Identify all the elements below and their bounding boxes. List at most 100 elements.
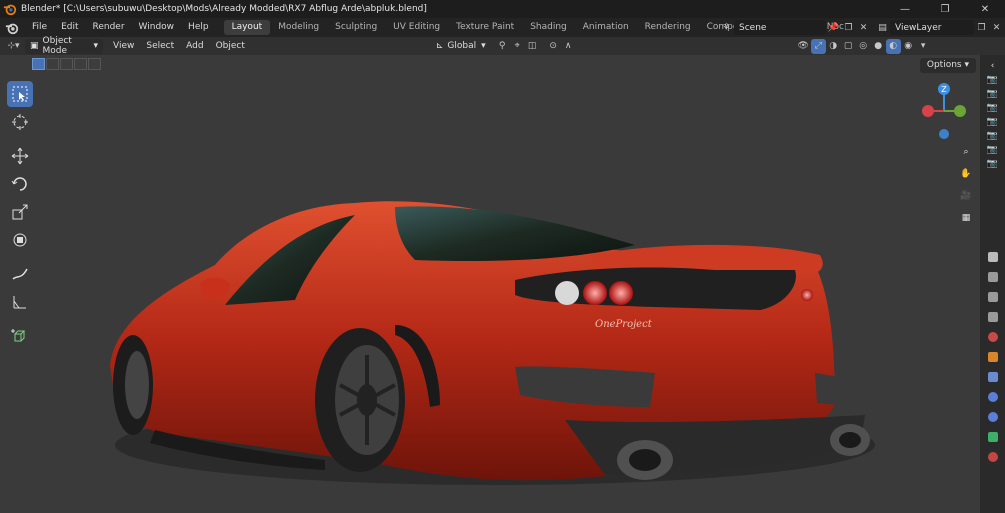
close-button[interactable]: ✕ (965, 0, 1005, 18)
zoom-icon[interactable]: ⌕ (955, 141, 977, 163)
car-model-render[interactable]: OneProject (95, 145, 875, 505)
pivot-icon[interactable]: ⚲ (495, 39, 510, 54)
menu-help[interactable]: Help (181, 18, 216, 37)
camera-view-icon[interactable]: 🎥 (955, 185, 977, 207)
navigation-gizmo[interactable]: Z (918, 81, 970, 143)
material-shading-icon[interactable]: ◐ (885, 38, 901, 54)
tab-uv-editing[interactable]: UV Editing (385, 20, 448, 35)
new-view-layer-icon[interactable]: ❐ (974, 20, 989, 35)
scale-tool[interactable] (7, 199, 33, 225)
select-intersect-icon[interactable] (88, 58, 101, 70)
menu-file[interactable]: File (25, 18, 54, 37)
editor-type-icon[interactable]: ⊹▾ (6, 39, 21, 54)
menu-window[interactable]: Window (132, 18, 182, 37)
select-new-icon[interactable] (32, 58, 45, 70)
measure-tool[interactable] (7, 289, 33, 315)
scene-icon[interactable]: ⚘ (719, 20, 734, 35)
perspective-grid-icon[interactable]: ▦ (955, 207, 977, 229)
rendered-shading-icon[interactable]: ◉ (901, 39, 916, 54)
x-axis-handle[interactable] (922, 105, 934, 117)
transform-tool[interactable] (7, 227, 33, 253)
menu-object[interactable]: Object (210, 41, 251, 51)
view-layer-icon[interactable]: ▤ (875, 20, 890, 35)
delete-scene-icon[interactable]: ✕ (856, 20, 871, 35)
outliner-camera-icon-7[interactable]: 📷 (980, 157, 1005, 171)
view-layer-name: ViewLayer (895, 22, 942, 33)
delete-view-layer-icon[interactable]: ✕ (989, 20, 1004, 35)
select-box-icon (12, 86, 28, 102)
proportional-edit-icon[interactable]: ⊙ (546, 39, 561, 54)
mode-label: Object Mode (42, 36, 72, 56)
menu-view[interactable]: View (107, 41, 140, 51)
physics-properties-icon[interactable] (980, 407, 1005, 427)
transform-orientation-dropdown[interactable]: ⊾ Global ▾ (431, 39, 491, 54)
overlay-icon[interactable]: ◑ (826, 39, 841, 54)
xray-icon[interactable]: ▢ (841, 39, 856, 54)
blender-logo-icon[interactable] (5, 21, 19, 35)
tab-sculpting[interactable]: Sculpting (327, 20, 385, 35)
cursor-tool[interactable] (7, 109, 33, 135)
window-titlebar: Blender* [C:\Users\subuwu\Desktop\Mods\A… (0, 0, 1005, 18)
tab-layout[interactable]: Layout (223, 20, 271, 35)
maximize-button[interactable]: ❐ (925, 0, 965, 18)
tab-shading[interactable]: Shading (522, 20, 575, 35)
outliner-camera-icon-5[interactable]: 📷 (980, 129, 1005, 143)
gizmo-toggle-icon[interactable]: ⤢ (810, 38, 826, 54)
y-axis-handle[interactable] (954, 105, 966, 117)
view-layer-properties-icon[interactable] (980, 307, 1005, 327)
scene-field[interactable]: Scene (734, 20, 826, 35)
orientation-icon: ⊾ (435, 41, 444, 51)
view-layer-field[interactable]: ViewLayer (890, 20, 974, 35)
outliner-camera-icon-2[interactable]: 📷 (980, 87, 1005, 101)
tool-properties-icon[interactable] (980, 247, 1005, 267)
wireframe-shading-icon[interactable]: ◎ (856, 39, 871, 54)
tab-rendering[interactable]: Rendering (637, 20, 699, 35)
modifier-properties-icon[interactable] (980, 387, 1005, 407)
material-properties-icon[interactable] (980, 447, 1005, 467)
falloff-icon[interactable]: ∧ (561, 39, 576, 54)
output-properties-icon[interactable] (980, 287, 1005, 307)
annotate-tool[interactable] (7, 261, 33, 287)
select-box-tool[interactable] (7, 81, 33, 107)
menu-edit[interactable]: Edit (54, 18, 85, 37)
shading-options-icon[interactable]: ▾ (916, 39, 931, 54)
snap-target-icon[interactable]: ◫ (525, 39, 540, 54)
menu-select[interactable]: Select (140, 41, 180, 51)
scene-properties-icon[interactable] (980, 327, 1005, 347)
neg-z-axis-handle[interactable] (939, 129, 949, 139)
world-properties-icon[interactable] (980, 347, 1005, 367)
render-properties-icon[interactable] (980, 267, 1005, 287)
outliner-camera-icon-4[interactable]: 📷 (980, 115, 1005, 129)
options-button[interactable]: Options ▾ (919, 58, 976, 73)
rotate-tool[interactable] (7, 171, 33, 197)
select-subtract-icon[interactable] (60, 58, 73, 70)
object-properties-icon[interactable] (980, 367, 1005, 387)
viewport-header: ⊹▾ ▣ Object Mode ▾ View Select Add Objec… (0, 36, 1005, 56)
outliner-collapse-icon[interactable]: ‹ (980, 59, 1005, 73)
mode-dropdown[interactable]: ▣ Object Mode ▾ (25, 36, 103, 56)
tab-modeling[interactable]: Modeling (270, 20, 327, 35)
pan-hand-icon[interactable]: ✋ (955, 163, 977, 185)
visibility-icon[interactable]: 👁 (796, 39, 811, 54)
menu-add[interactable]: Add (180, 41, 209, 51)
solid-shading-icon[interactable]: ● (871, 39, 886, 54)
outliner-camera-icon-3[interactable]: 📷 (980, 101, 1005, 115)
snap-icon[interactable]: ⌖ (510, 39, 525, 54)
tool-shelf (7, 81, 33, 351)
minimize-button[interactable]: — (885, 0, 925, 18)
move-tool[interactable] (7, 143, 33, 169)
tab-animation[interactable]: Animation (575, 20, 637, 35)
tab-texture-paint[interactable]: Texture Paint (448, 20, 522, 35)
new-scene-icon[interactable]: ❐ (841, 20, 856, 35)
move-icon (11, 147, 29, 165)
menu-render[interactable]: Render (86, 18, 132, 37)
constraint-properties-icon[interactable] (980, 427, 1005, 447)
select-invert-icon[interactable] (74, 58, 87, 70)
pin-icon[interactable]: 📌 (826, 20, 841, 35)
outliner-camera-icon-1[interactable]: 📷 (980, 73, 1005, 87)
orientation-label: Global (447, 41, 477, 51)
3d-viewport[interactable]: Options ▾ OneProject Z ⌕ ✋ 🎥 ▦ (0, 55, 980, 513)
select-extend-icon[interactable] (46, 58, 59, 70)
add-cube-tool[interactable] (7, 323, 33, 349)
outliner-camera-icon-6[interactable]: 📷 (980, 143, 1005, 157)
